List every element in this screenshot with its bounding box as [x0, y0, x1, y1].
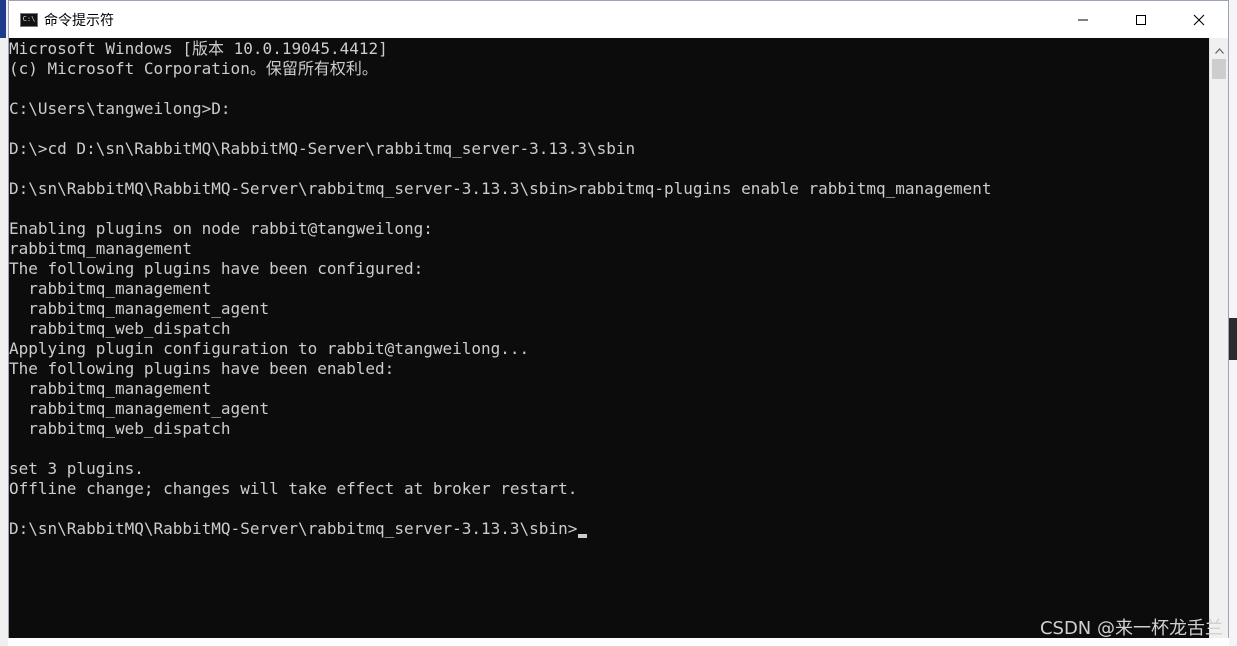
console-text: Microsoft Windows [版本 10.0.19045.4412] (…: [9, 39, 992, 539]
chevron-up-icon: [1214, 39, 1224, 58]
console-output[interactable]: Microsoft Windows [版本 10.0.19045.4412] (…: [9, 38, 1210, 638]
vertical-scrollbar[interactable]: [1209, 38, 1228, 638]
csdn-watermark: CSDN @来一杯龙舌兰: [1039, 618, 1223, 639]
console-line: Enabling plugins on node rabbit@tangweil…: [9, 219, 433, 238]
maximize-icon: [1135, 14, 1147, 26]
console-line: D:\sn\RabbitMQ\RabbitMQ-Server\rabbitmq_…: [9, 179, 992, 198]
minimize-button[interactable]: [1054, 1, 1112, 38]
console-line: rabbitmq_management: [9, 239, 193, 258]
console-lines: Microsoft Windows [版本 10.0.19045.4412] (…: [9, 39, 992, 498]
console-line: rabbitmq_web_dispatch: [28, 419, 231, 438]
window-title: 命令提示符: [44, 12, 114, 29]
text-cursor: [578, 534, 588, 538]
console-line: D:\>cd D:\sn\RabbitMQ\RabbitMQ-Server\ra…: [9, 139, 636, 158]
console-line: set 3 plugins.: [9, 459, 144, 478]
console-line: C:\Users\tangweilong>D:: [9, 99, 231, 118]
maximize-button[interactable]: [1112, 1, 1170, 38]
close-button[interactable]: [1170, 1, 1228, 38]
console-line: rabbitmq_management_agent: [28, 299, 270, 318]
console-line: rabbitmq_management_agent: [28, 399, 270, 418]
scroll-up-button[interactable]: [1210, 40, 1228, 57]
background-left-strip: [0, 0, 8, 646]
console-line: The following plugins have been enabled:: [9, 359, 395, 378]
minimize-icon: [1077, 14, 1089, 26]
console-prompt: D:\sn\RabbitMQ\RabbitMQ-Server\rabbitmq_…: [9, 519, 578, 538]
cmd-window: C:\ 命令提示符 Microsoft Windows [版本 10.0.190…: [8, 0, 1229, 638]
console-line: Applying plugin configuration to rabbit@…: [9, 339, 530, 358]
console-line: (c) Microsoft Corporation。保留所有权利。: [9, 59, 378, 78]
background-right-strip: [1229, 0, 1237, 646]
console-line: The following plugins have been configur…: [9, 259, 424, 278]
window-controls: [1054, 1, 1228, 38]
console-line: Offline change; changes will take effect…: [9, 479, 578, 498]
console-line: rabbitmq_web_dispatch: [28, 319, 231, 338]
title-bar[interactable]: C:\ 命令提示符: [9, 1, 1228, 38]
scroll-thumb[interactable]: [1212, 59, 1226, 79]
app-icon-text: C:\: [22, 15, 36, 23]
console-line: Microsoft Windows [版本 10.0.19045.4412]: [9, 39, 388, 58]
console-line: rabbitmq_management: [28, 379, 212, 398]
console-line: rabbitmq_management: [28, 279, 212, 298]
close-icon: [1193, 14, 1205, 26]
cmd-app-icon[interactable]: C:\: [20, 12, 38, 27]
